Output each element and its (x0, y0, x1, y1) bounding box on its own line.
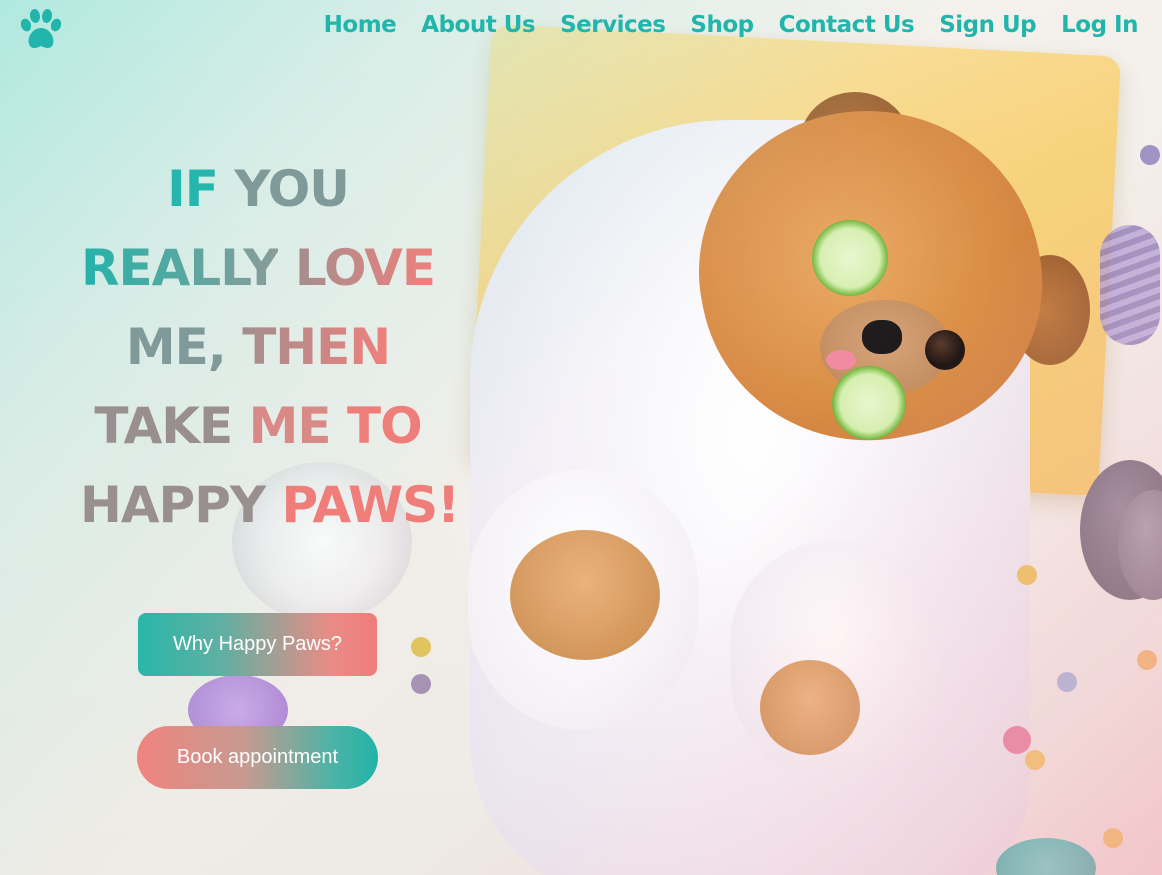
hero-word: TO (346, 397, 423, 455)
bead (1017, 565, 1037, 585)
hero-line: ME, THEN (80, 308, 436, 387)
nav-shop[interactable]: Shop (690, 12, 754, 38)
hero-headline: IF YOU REALLY LOVE ME, THEN TAKE ME TO H… (80, 150, 460, 545)
hero-word: REALLY (80, 239, 279, 297)
main-nav: Home About Us Services Shop Contact Us S… (324, 12, 1139, 38)
bead (411, 637, 431, 657)
paw-icon (20, 9, 62, 48)
dog-tongue (826, 350, 856, 370)
hero-word: TAKE (94, 397, 233, 455)
nav-about-us[interactable]: About Us (421, 12, 535, 38)
hero-word: YOU (234, 160, 350, 218)
dog-nose (862, 320, 902, 354)
bead (1140, 145, 1160, 165)
hero-word: ME (248, 397, 332, 455)
hero-word: LOVE (294, 239, 436, 297)
page: Home About Us Services Shop Contact Us S… (0, 0, 1162, 875)
nav-sign-up[interactable]: Sign Up (939, 12, 1036, 38)
hero-word: PAWS! (281, 476, 459, 534)
nav-home[interactable]: Home (324, 12, 397, 38)
bead (1103, 828, 1123, 848)
cucumber-slice (832, 366, 906, 440)
bead (1057, 672, 1077, 692)
nav-log-in[interactable]: Log In (1061, 12, 1138, 38)
hero-line: TAKE ME TO (80, 387, 436, 466)
bead (411, 674, 431, 694)
hero-word: IF (167, 160, 219, 218)
bead (1137, 650, 1157, 670)
hero-line: IF YOU (80, 150, 436, 229)
book-appointment-button[interactable]: Book appointment (137, 726, 378, 789)
dog-paw (510, 530, 660, 660)
why-happy-paws-button[interactable]: Why Happy Paws? (138, 613, 377, 676)
hero-word: THEN (242, 318, 391, 376)
bead (1003, 726, 1031, 754)
hero-word: ME, (125, 318, 227, 376)
dog-paw (760, 660, 860, 755)
hero-line: HAPPY PAWS! (80, 466, 460, 545)
nav-contact-us[interactable]: Contact Us (779, 12, 915, 38)
bead (1025, 750, 1045, 770)
nav-services[interactable]: Services (560, 12, 666, 38)
logo-link[interactable] (18, 8, 64, 52)
dog-eye (925, 330, 965, 370)
hero-word: HAPPY (80, 476, 266, 534)
hero-line: REALLY LOVE (80, 229, 436, 308)
lavender (1100, 225, 1160, 345)
cucumber-slice (812, 220, 888, 296)
